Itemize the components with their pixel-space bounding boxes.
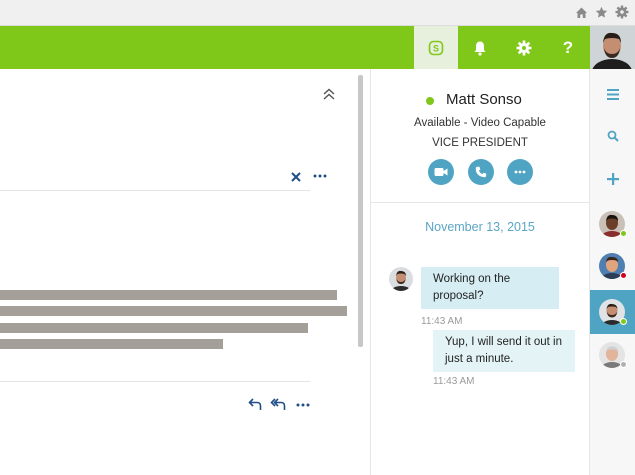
video-call-icon	[434, 168, 448, 176]
user-photo	[590, 26, 635, 69]
message-bubble-outgoing[interactable]: Yup, I will send it out in just a minute…	[433, 330, 575, 372]
help-button[interactable]: ?	[546, 26, 590, 69]
settings-gear-icon	[516, 40, 532, 55]
rail-contact-status	[620, 318, 627, 325]
conversation-date: November 13, 2015	[425, 220, 535, 234]
right-rail	[589, 69, 635, 475]
app-header: S ?	[0, 26, 635, 69]
rail-contact-selected[interactable]	[590, 290, 635, 334]
rail-contact-status	[620, 230, 627, 237]
add-icon[interactable]	[607, 173, 619, 185]
close-icon[interactable]	[290, 171, 302, 183]
collapse-up-icon[interactable]	[322, 87, 336, 101]
skype-icon: S	[428, 40, 444, 55]
contact-name: Matt Sonso	[446, 91, 522, 108]
message-bubble-incoming[interactable]: Working on the proposal?	[421, 267, 559, 309]
message-pane	[0, 69, 371, 475]
footer-divider	[0, 381, 310, 382]
bell-icon	[474, 41, 486, 56]
contact-avatar	[389, 267, 413, 291]
contact-status: Available - Video Capable	[414, 117, 546, 129]
redacted-text-line	[0, 339, 223, 349]
help-icon: ?	[562, 37, 574, 57]
user-avatar[interactable]	[590, 26, 635, 69]
phone-call-icon	[475, 166, 487, 178]
rail-contact-status	[620, 272, 627, 279]
browser-toolbar	[0, 0, 635, 26]
more-options-button[interactable]	[507, 159, 533, 185]
menu-icon[interactable]	[607, 89, 619, 100]
notifications-button[interactable]	[458, 26, 502, 69]
redacted-text-line	[0, 306, 347, 316]
svg-text:S: S	[433, 43, 439, 53]
more-icon[interactable]	[296, 402, 310, 408]
more-options-icon	[514, 170, 526, 174]
skype-button[interactable]: S	[414, 26, 458, 69]
section-divider	[371, 202, 589, 203]
phone-call-button[interactable]	[468, 159, 494, 185]
gear-icon[interactable]	[615, 5, 629, 19]
scrollbar[interactable]	[358, 75, 363, 347]
home-icon[interactable]	[575, 6, 588, 19]
reply-all-icon[interactable]	[270, 397, 286, 411]
search-icon[interactable]	[607, 130, 619, 142]
message-time: 11:43 AM	[433, 376, 475, 387]
message-time: 11:43 AM	[421, 316, 463, 327]
redacted-text-line	[0, 323, 308, 333]
contact-title: VICE PRESIDENT	[432, 137, 528, 149]
contact-pane: Matt Sonso Available - Video Capable VIC…	[371, 69, 589, 475]
settings-button[interactable]	[502, 26, 546, 69]
star-icon[interactable]	[595, 6, 608, 19]
redacted-text-line	[0, 290, 337, 300]
reply-icon[interactable]	[248, 397, 262, 411]
header-divider	[0, 190, 310, 191]
presence-indicator	[426, 97, 434, 105]
rail-contact-status	[620, 361, 627, 368]
video-call-button[interactable]	[428, 159, 454, 185]
more-icon[interactable]	[313, 173, 327, 179]
